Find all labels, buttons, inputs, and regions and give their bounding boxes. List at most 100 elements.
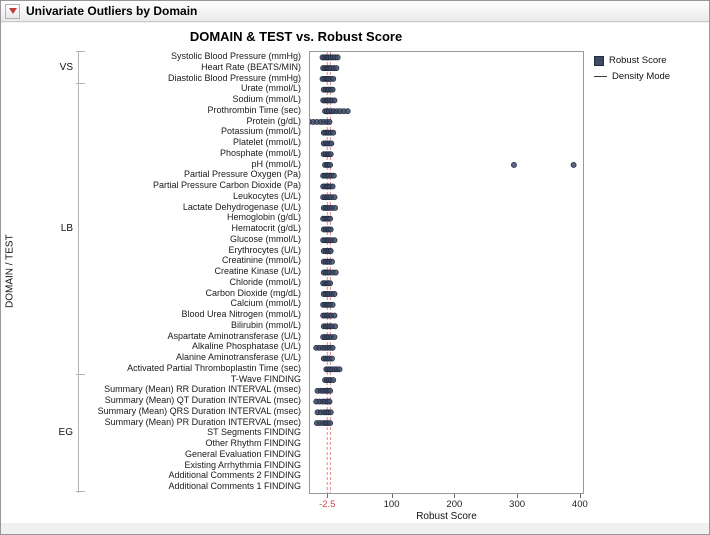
y-axis-label[interactable]: Creatinine (mmol/L)	[81, 255, 305, 266]
y-axis-label[interactable]: Summary (Mean) RR Duration INTERVAL (mse…	[81, 384, 305, 395]
y-axis-label[interactable]: Additional Comments 1 FINDING	[81, 481, 305, 492]
data-point[interactable]	[330, 87, 335, 92]
data-point[interactable]	[327, 420, 332, 425]
y-axis-label[interactable]: Summary (Mean) QRS Duration INTERVAL (ms…	[81, 406, 305, 417]
plot-svg	[310, 52, 583, 493]
y-axis-label[interactable]: Urate (mmol/L)	[81, 83, 305, 94]
x-tick-label: 100	[384, 499, 400, 510]
y-axis-label[interactable]: Bilirubin (mmol/L)	[81, 320, 305, 331]
y-axis-label[interactable]: Additional Comments 2 FINDING	[81, 470, 305, 481]
data-point[interactable]	[330, 345, 335, 350]
y-axis-label[interactable]: Aspartate Aminotransferase (U/L)	[81, 331, 305, 342]
y-axis-label[interactable]: Glucose (mmol/L)	[81, 234, 305, 245]
y-axis-label[interactable]: General Evaluation FINDING	[81, 449, 305, 460]
data-point[interactable]	[333, 270, 338, 275]
x-axis-label: Robust Score	[310, 511, 583, 522]
data-point[interactable]	[328, 410, 333, 415]
data-point[interactable]	[331, 173, 336, 178]
data-point[interactable]	[571, 162, 576, 167]
plot-area[interactable]	[309, 51, 584, 494]
y-axis-label[interactable]: Partial Pressure Carbon Dioxide (Pa)	[81, 180, 305, 191]
y-axis-label[interactable]: Creatine Kinase (U/L)	[81, 266, 305, 277]
data-point[interactable]	[332, 313, 337, 318]
y-axis-label[interactable]: Activated Partial Thromboplastin Time (s…	[81, 363, 305, 374]
data-point[interactable]	[334, 66, 339, 71]
y-axis-label[interactable]: Potassium (mmol/L)	[81, 126, 305, 137]
x-tick	[327, 494, 328, 498]
y-axis-label[interactable]: Lactate Dehydrogenase (U/L)	[81, 202, 305, 213]
data-point[interactable]	[327, 399, 332, 404]
data-point[interactable]	[332, 98, 337, 103]
y-axis-label[interactable]: Hematocrit (g/dL)	[81, 223, 305, 234]
data-point[interactable]	[345, 109, 350, 114]
y-axis-label[interactable]: Sodium (mmol/L)	[81, 94, 305, 105]
y-axis-label[interactable]: Erythrocytes (U/L)	[81, 245, 305, 256]
y-axis-label[interactable]: Diastolic Blood Pressure (mmHg)	[81, 73, 305, 84]
legend-swatch-robust-score	[594, 56, 604, 66]
y-axis-label[interactable]: pH (mmol/L)	[81, 159, 305, 170]
y-axis-label[interactable]: Heart Rate (BEATS/MIN)	[81, 62, 305, 73]
data-point[interactable]	[511, 162, 516, 167]
data-point[interactable]	[330, 184, 335, 189]
legend-item-density-mode[interactable]: Density Mode	[594, 71, 670, 82]
y-axis-label[interactable]: Partial Pressure Oxygen (Pa)	[81, 169, 305, 180]
y-axis-label[interactable]: Platelet (mmol/L)	[81, 137, 305, 148]
y-axis-label[interactable]: Existing Arrhythmia FINDING	[81, 460, 305, 471]
x-tick-label: -2.5	[319, 499, 335, 510]
data-point[interactable]	[330, 302, 335, 307]
data-point[interactable]	[337, 367, 342, 372]
data-point[interactable]	[327, 216, 332, 221]
data-point[interactable]	[328, 152, 333, 157]
y-axis-label[interactable]: Systolic Blood Pressure (mmHg)	[81, 51, 305, 62]
data-point[interactable]	[327, 162, 332, 167]
disclosure-button[interactable]	[5, 4, 20, 19]
data-point[interactable]	[331, 76, 336, 81]
y-axis-label[interactable]: Phosphate (mmol/L)	[81, 148, 305, 159]
data-point[interactable]	[333, 324, 338, 329]
data-point[interactable]	[331, 130, 336, 135]
y-axis-labels: Systolic Blood Pressure (mmHg)Heart Rate…	[81, 51, 305, 492]
data-point[interactable]	[329, 356, 334, 361]
y-axis-label[interactable]: T-Wave FINDING	[81, 374, 305, 385]
chart-panel: DOMAIN & TEST vs. Robust Score DOMAIN / …	[1, 23, 709, 523]
data-point[interactable]	[328, 227, 333, 232]
y-axis-label[interactable]: Hemoglobin (g/dL)	[81, 212, 305, 223]
data-point[interactable]	[331, 377, 336, 382]
x-tick	[580, 494, 581, 498]
y-axis-label[interactable]: Carbon Dioxide (mg/dL)	[81, 288, 305, 299]
data-point[interactable]	[328, 248, 333, 253]
y-axis-label[interactable]: Leukocytes (U/L)	[81, 191, 305, 202]
y-axis-label[interactable]: Blood Urea Nitrogen (mmol/L)	[81, 309, 305, 320]
outline-header: Univariate Outliers by Domain	[1, 1, 709, 22]
data-point[interactable]	[332, 291, 337, 296]
y-axis-label[interactable]: Summary (Mean) PR Duration INTERVAL (mse…	[81, 417, 305, 428]
data-point[interactable]	[329, 259, 334, 264]
domain-label[interactable]: EG	[49, 374, 73, 492]
data-point[interactable]	[327, 388, 332, 393]
y-axis-label[interactable]: Summary (Mean) QT Duration INTERVAL (mse…	[81, 395, 305, 406]
y-axis-label[interactable]: Prothrombin Time (sec)	[81, 105, 305, 116]
y-axis-label[interactable]: Alkaline Phosphatase (U/L)	[81, 341, 305, 352]
data-point[interactable]	[332, 238, 337, 243]
data-point[interactable]	[327, 119, 332, 124]
legend-item-robust-score[interactable]: Robust Score	[594, 55, 670, 66]
y-axis-label[interactable]: Chloride (mmol/L)	[81, 277, 305, 288]
y-axis-label[interactable]: ST Segments FINDING	[81, 427, 305, 438]
legend-label-density-mode: Density Mode	[612, 71, 670, 82]
data-point[interactable]	[335, 55, 340, 60]
y-axis-label[interactable]: Other Rhythm FINDING	[81, 438, 305, 449]
domain-label[interactable]: VS	[49, 51, 73, 83]
y-axis-label[interactable]: Calcium (mmol/L)	[81, 298, 305, 309]
data-point[interactable]	[333, 205, 338, 210]
legend-label-robust-score: Robust Score	[609, 55, 667, 66]
data-point[interactable]	[327, 281, 332, 286]
red-triangle-icon	[9, 8, 17, 14]
domain-label[interactable]: LB	[49, 83, 73, 373]
data-point[interactable]	[332, 195, 337, 200]
domain-labels: VSLBEG	[49, 51, 83, 492]
data-point[interactable]	[329, 141, 334, 146]
data-point[interactable]	[332, 334, 337, 339]
x-tick-label: 200	[446, 499, 462, 510]
y-axis-label[interactable]: Alanine Aminotransferase (U/L)	[81, 352, 305, 363]
y-axis-label[interactable]: Protein (g/dL)	[81, 116, 305, 127]
